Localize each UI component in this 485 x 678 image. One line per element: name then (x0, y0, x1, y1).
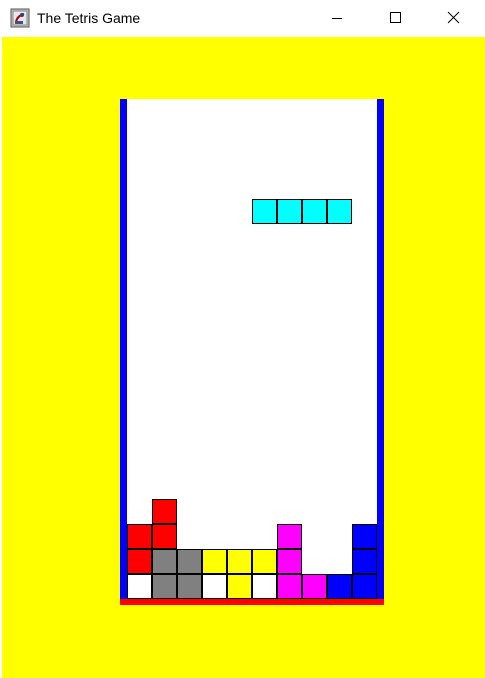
settled-block (352, 574, 377, 599)
window-title: The Tetris Game (37, 10, 141, 26)
minimize-icon (332, 18, 342, 19)
settled-block (277, 524, 302, 549)
settled-block (177, 574, 202, 599)
close-button[interactable] (430, 0, 476, 36)
falling-piece-block (277, 199, 302, 224)
settled-block (152, 574, 177, 599)
settled-block (152, 549, 177, 574)
settled-block (202, 574, 227, 599)
settled-block (252, 574, 277, 599)
falling-piece-block (327, 199, 352, 224)
settled-block (352, 524, 377, 549)
game-board (2, 37, 485, 678)
app-window: The Tetris Game (0, 0, 485, 678)
game-canvas[interactable] (2, 37, 485, 678)
settled-block (352, 549, 377, 574)
settled-block (227, 574, 252, 599)
maximize-button[interactable] (372, 0, 418, 36)
settled-block (227, 549, 252, 574)
settled-block (277, 549, 302, 574)
java-app-icon (10, 8, 30, 28)
settled-block (127, 524, 152, 549)
settled-block (127, 574, 152, 599)
maximize-icon (390, 12, 401, 23)
minimize-button[interactable] (314, 0, 360, 36)
title-bar[interactable]: The Tetris Game (0, 0, 485, 37)
settled-block (152, 499, 177, 524)
settled-block (152, 524, 177, 549)
settled-block (177, 549, 202, 574)
left-wall (120, 99, 127, 604)
settled-block (127, 549, 152, 574)
settled-block (302, 574, 327, 599)
settled-block (252, 549, 277, 574)
right-wall (377, 99, 384, 604)
close-icon (447, 11, 460, 24)
settled-block (202, 549, 227, 574)
settled-block (327, 574, 352, 599)
falling-piece-block (252, 199, 277, 224)
floor (120, 599, 384, 605)
falling-piece-block (302, 199, 327, 224)
settled-block (277, 574, 302, 599)
